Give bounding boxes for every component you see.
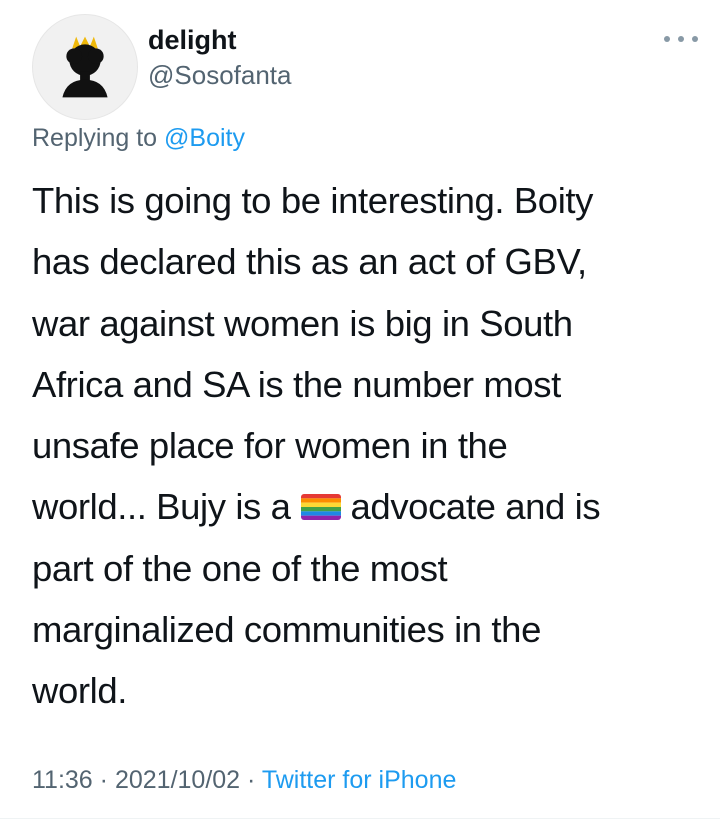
tweet-text-line: war against women is big in South [32, 302, 573, 344]
tweet-text-line: marginalized communities in the [32, 609, 541, 651]
author-display-name[interactable]: delight [148, 24, 237, 56]
author-handle[interactable]: @Sosofanta [148, 60, 291, 91]
dot [664, 36, 670, 42]
rainbow-flag-icon [300, 493, 341, 520]
avatar-silhouette-icon [62, 36, 108, 98]
dot [692, 36, 698, 42]
replying-to-label: Replying to [32, 124, 165, 152]
meta-separator: · [247, 766, 256, 794]
avatar[interactable] [32, 14, 138, 120]
more-options-icon[interactable] [664, 30, 698, 48]
reply-mention-link[interactable]: @Boity [164, 124, 245, 152]
tweet-time[interactable]: 11:36 [32, 766, 93, 794]
dot [678, 36, 684, 42]
tweet-text-line: part of the one of the most [32, 547, 448, 589]
tweet-text: This is going to be interesting. Boity h… [32, 170, 692, 722]
tweet-text-line: unsafe place for women in the [32, 425, 508, 467]
reply-context: Replying to @Boity [32, 122, 245, 155]
tweet-text-line-with-emoji: world... Bujy is a advocate and is [32, 476, 692, 537]
tweet-date[interactable]: 2021/10/02 [115, 766, 240, 794]
tweet-text-line: Africa and SA is the number most [32, 363, 561, 405]
tweet-text-line: has declared this as an act of GBV, [32, 241, 587, 283]
meta-separator: · [99, 766, 108, 794]
tweet-meta: 11:36 · 2021/10/02 · Twitter for iPhone [32, 764, 456, 797]
tweet-text-fragment: world... Bujy is a [32, 486, 291, 528]
tweet-source-link[interactable]: Twitter for iPhone [262, 766, 457, 794]
tweet-text-line: This is going to be interesting. Boity [32, 180, 593, 221]
tweet-text-fragment: advocate and is [350, 486, 601, 528]
tweet: delight @Sosofanta Replying to @Boity Th… [0, 0, 720, 819]
tweet-text-line: world. [32, 670, 127, 712]
